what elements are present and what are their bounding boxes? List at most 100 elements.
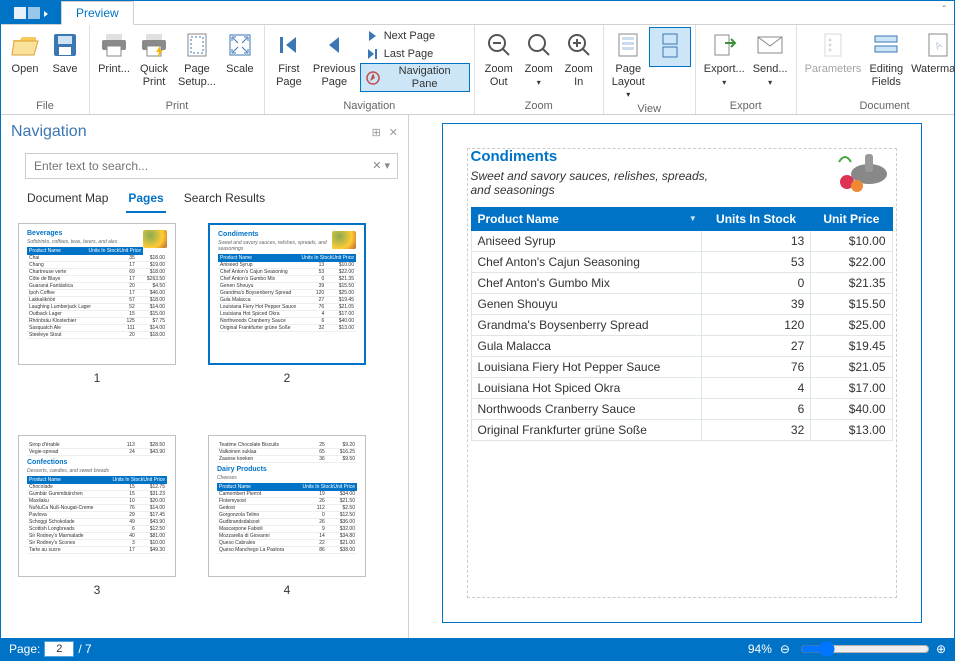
- table-row: Original Frankfurter grüne Soße32$13.00: [471, 420, 892, 441]
- search-input[interactable]: [25, 153, 398, 179]
- navigation-title: Navigation: [11, 123, 364, 141]
- page-setup-button[interactable]: Page Setup...: [174, 27, 220, 90]
- first-page-button[interactable]: First Page: [269, 27, 309, 90]
- nav-tabs: Document Map Pages Search Results: [1, 187, 408, 213]
- group-label-zoom: Zoom: [525, 100, 553, 114]
- page-layout-icon: [612, 29, 644, 61]
- tab-pages[interactable]: Pages: [126, 187, 165, 213]
- thumbnail-page-2[interactable]: CondimentsSweet and savory sauces, relis…: [207, 223, 367, 417]
- thumbnails-container[interactable]: BeveragesSoftdrinks, coffees, teas, beer…: [1, 213, 408, 639]
- thumbnail-page-4[interactable]: Teatime Chocolate Biscuits25$9.20Valkoin…: [207, 435, 367, 629]
- book-icon: [12, 6, 50, 20]
- zoom-slider[interactable]: [800, 644, 930, 654]
- tab-document-map[interactable]: Document Map: [25, 187, 110, 213]
- group-label-navigation: Navigation: [343, 100, 395, 114]
- zoom-out-button[interactable]: Zoom Out: [479, 27, 519, 90]
- last-page-button[interactable]: Last Page: [360, 45, 470, 63]
- first-page-icon: [273, 29, 305, 61]
- table-row: Grandma's Boysenberry Spread120$25.00: [471, 315, 892, 336]
- save-icon: [49, 29, 81, 61]
- tab-bar: Preview ˆ: [1, 1, 954, 25]
- tab-preview[interactable]: Preview: [61, 1, 134, 25]
- collapse-ribbon-button[interactable]: ˆ: [943, 5, 946, 16]
- scale-icon: [224, 29, 256, 61]
- table-row: Northwoods Cranberry Sauce6$40.00: [471, 399, 892, 420]
- page-label: Page:: [9, 642, 40, 656]
- total-pages: / 7: [78, 642, 91, 656]
- ribbon-group-navigation: First Page Previous Page Next Page Last …: [265, 25, 475, 114]
- main-area: Navigation ⊞ ✕ ✕ ▾ Document Map Pages Se…: [1, 115, 954, 639]
- col-unit-price: Unit Price: [811, 208, 892, 231]
- table-row: Chef Anton's Gumbo Mix0$21.35: [471, 273, 892, 294]
- ribbon-group-view: Page Layout▾ View: [604, 25, 696, 114]
- group-label-export: Export: [730, 100, 762, 114]
- table-row: Chef Anton's Cajun Seasoning53$22.00: [471, 252, 892, 273]
- printer-bolt-icon: [138, 29, 170, 61]
- dropdown-caret-icon: ▾: [626, 90, 630, 99]
- group-label-print: Print: [166, 100, 189, 114]
- envelope-icon: [754, 29, 786, 61]
- quick-print-button[interactable]: Quick Print: [134, 27, 174, 90]
- preview-page: Condiments Sweet and savory sauces, reli…: [442, 123, 922, 623]
- next-page-button[interactable]: Next Page: [360, 27, 470, 45]
- dropdown-caret-icon: ▾: [537, 78, 541, 87]
- next-page-icon: [364, 28, 380, 44]
- table-row: Gula Malacca27$19.45: [471, 336, 892, 357]
- scale-button[interactable]: Scale: [220, 27, 260, 78]
- compass-icon: [365, 70, 381, 86]
- ribbon-group-file: Open Save File: [1, 25, 90, 114]
- navigation-pane-toggle[interactable]: Navigation Pane: [360, 63, 470, 92]
- prev-page-icon: [318, 29, 350, 61]
- zoom-in-button[interactable]: Zoom In: [559, 27, 599, 90]
- pin-icon[interactable]: ⊞: [372, 126, 381, 139]
- continuous-icon: [654, 30, 686, 62]
- last-page-icon: [364, 46, 380, 62]
- ribbon-group-print: Print... Quick Print Page Setup... Scale…: [90, 25, 265, 114]
- dropdown-caret-icon: ▾: [768, 78, 772, 87]
- print-button[interactable]: Print...: [94, 27, 134, 78]
- thumbnail-page-3[interactable]: Sirop d'érable113$28.50Vegie-spread24$43…: [17, 435, 177, 629]
- save-button[interactable]: Save: [45, 27, 85, 78]
- col-units-in-stock: Units In Stock: [701, 208, 810, 231]
- close-panel-icon[interactable]: ✕: [389, 126, 398, 139]
- col-product-name: Product Name▼: [471, 208, 701, 231]
- group-label-file: File: [36, 100, 54, 114]
- ribbon-group-export: Export...▾ Send...▾ Export: [696, 25, 797, 114]
- table-row: Louisiana Hot Spiced Okra4$17.00: [471, 378, 892, 399]
- previous-page-button[interactable]: Previous Page: [309, 27, 360, 90]
- open-button[interactable]: Open: [5, 27, 45, 78]
- table-row: Genen Shouyu39$15.50: [471, 294, 892, 315]
- ribbon-group-zoom: Zoom Out Zoom▾ Zoom In Zoom: [475, 25, 604, 114]
- zoom-out-small-icon[interactable]: ⊖: [780, 642, 790, 656]
- category-image: [829, 144, 893, 194]
- sort-indicator-icon: ▼: [689, 214, 697, 223]
- zoom-button[interactable]: Zoom▾: [519, 27, 559, 90]
- zoom-out-icon: [483, 29, 515, 61]
- table-row: Louisiana Fiery Hot Pepper Sauce76$21.05: [471, 357, 892, 378]
- ribbon-group-document: Parameters Editing Fields A Watermark Do…: [797, 25, 955, 114]
- group-label-document: Document: [859, 100, 909, 114]
- page-layout-button[interactable]: Page Layout▾: [608, 27, 649, 103]
- app-menu-button[interactable]: [1, 1, 61, 24]
- zoom-in-icon: [563, 29, 595, 61]
- export-button[interactable]: Export...▾: [700, 27, 749, 90]
- clear-search-icon[interactable]: ✕ ▾: [372, 159, 390, 172]
- parameters-icon: [817, 29, 849, 61]
- current-page-input[interactable]: [44, 641, 74, 657]
- navigation-panel: Navigation ⊞ ✕ ✕ ▾ Document Map Pages Se…: [1, 115, 409, 639]
- send-button[interactable]: Send...▾: [749, 27, 792, 90]
- zoom-percent: 94%: [748, 642, 772, 656]
- continuous-scroll-toggle[interactable]: [649, 27, 691, 67]
- zoom-in-small-icon[interactable]: ⊕: [936, 642, 946, 656]
- folder-open-icon: [9, 29, 41, 61]
- category-subtitle: Sweet and savory sauces, relishes, sprea…: [471, 169, 731, 197]
- editing-fields-button[interactable]: Editing Fields: [865, 27, 907, 90]
- tab-search-results[interactable]: Search Results: [182, 187, 267, 213]
- thumbnail-page-1[interactable]: BeveragesSoftdrinks, coffees, teas, beer…: [17, 223, 177, 417]
- export-icon: [708, 29, 740, 61]
- dropdown-caret-icon: ▾: [722, 78, 726, 87]
- watermark-button[interactable]: A Watermark: [907, 27, 955, 78]
- preview-viewport[interactable]: Condiments Sweet and savory sauces, reli…: [409, 115, 954, 639]
- table-row: Aniseed Syrup13$10.00: [471, 231, 892, 252]
- page-setup-icon: [181, 29, 213, 61]
